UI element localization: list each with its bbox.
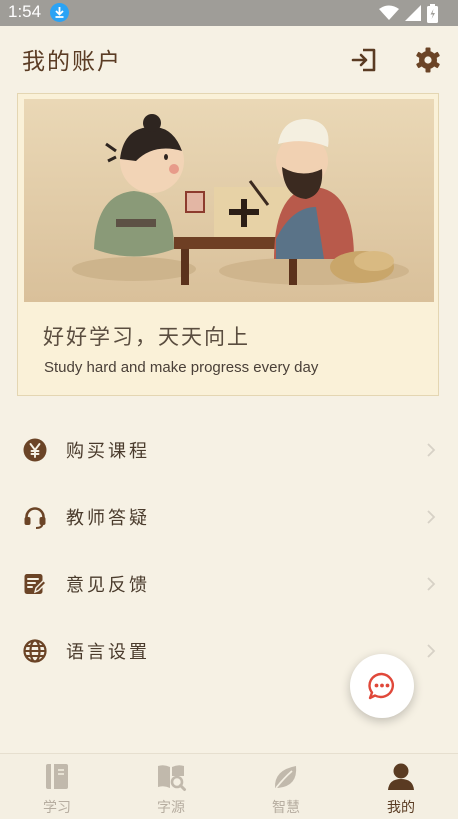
book-icon — [46, 764, 68, 789]
page-title: 我的账户 — [22, 49, 122, 75]
banner-illustration — [24, 99, 434, 302]
wifi-icon — [379, 5, 399, 20]
battery-icon — [427, 3, 438, 23]
tab-study[interactable]: 学习 — [0, 754, 114, 819]
tab-label: 学习 — [43, 800, 71, 816]
tab-label: 字源 — [157, 800, 185, 816]
signal-icon — [405, 5, 421, 21]
tab-label: 智慧 — [272, 800, 300, 816]
status-bar: 1:54 — [0, 0, 458, 26]
chevron-right-icon — [427, 510, 436, 524]
status-time: 1:54 — [8, 2, 42, 21]
banner-subtitle: Study hard and make progress every day — [44, 359, 319, 376]
menu-item-teacher-qa[interactable]: 教师答疑 — [0, 483, 458, 550]
logout-button[interactable] — [350, 46, 378, 74]
person-icon — [388, 763, 414, 790]
feedback-icon — [24, 574, 47, 594]
tab-character-origin[interactable]: 字源 — [114, 754, 228, 819]
yen-icon — [23, 438, 47, 462]
menu-item-label: 教师答疑 — [66, 508, 150, 529]
menu-list: 购买课程 教师答疑 意见反馈 语言设置 — [0, 416, 458, 684]
chevron-right-icon — [427, 577, 436, 591]
menu-item-label: 语言设置 — [66, 642, 150, 663]
tab-wisdom[interactable]: 智慧 — [229, 754, 343, 819]
settings-button[interactable] — [414, 46, 442, 74]
logout-icon — [351, 48, 376, 72]
chat-button[interactable] — [350, 654, 414, 718]
globe-icon — [23, 639, 47, 663]
tab-mine[interactable]: 我的 — [344, 754, 458, 819]
book-search-icon — [158, 765, 186, 791]
headset-icon — [24, 507, 46, 529]
menu-item-label: 意见反馈 — [66, 575, 150, 596]
tab-label: 我的 — [387, 800, 415, 816]
menu-item-label: 购买课程 — [66, 441, 150, 462]
bottom-tab-bar: 学习 字源 智慧 我的 — [0, 753, 458, 819]
download-icon — [50, 3, 69, 22]
chevron-right-icon — [427, 443, 436, 457]
banner-card: 好好学习，天天向上 Study hard and make progress e… — [17, 93, 439, 396]
menu-item-feedback[interactable]: 意见反馈 — [0, 550, 458, 617]
banner-motto: 好好学习，天天向上 — [43, 325, 250, 349]
chevron-right-icon — [427, 644, 436, 658]
chat-icon — [368, 672, 395, 700]
header: 我的账户 — [0, 26, 458, 94]
menu-item-buy-courses[interactable]: 购买课程 — [0, 416, 458, 483]
gear-icon — [416, 47, 440, 73]
leaf-icon — [274, 766, 297, 789]
